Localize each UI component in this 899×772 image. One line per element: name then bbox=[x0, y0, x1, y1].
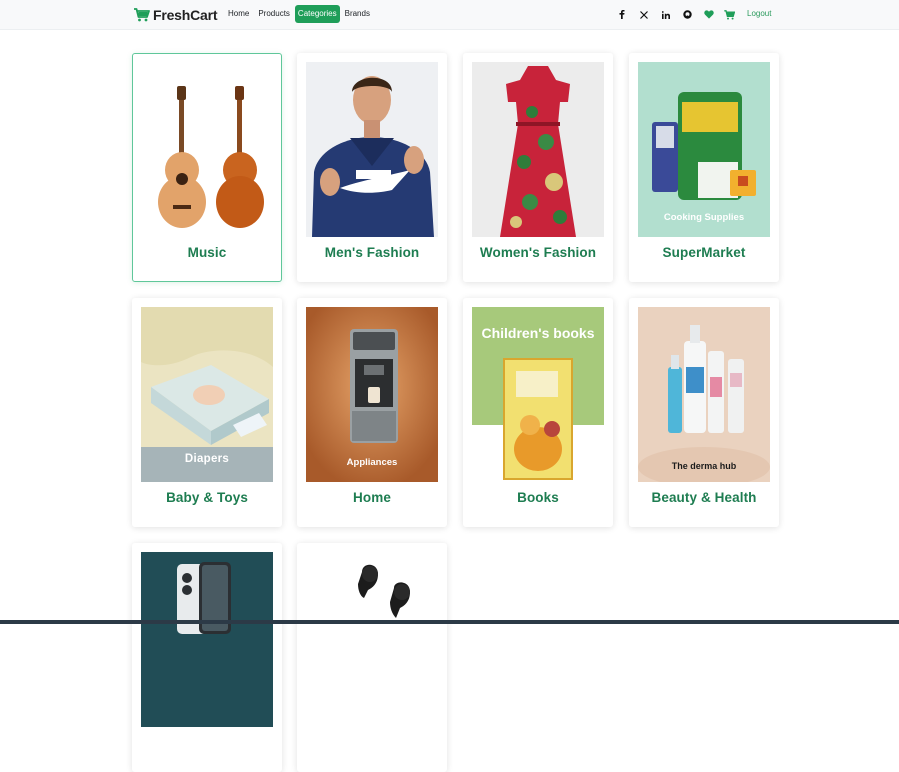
category-name[interactable]: SuperMarket bbox=[629, 245, 779, 260]
navbar: FreshCart Home Products Categories Brand… bbox=[0, 0, 899, 30]
cart-icon[interactable] bbox=[722, 9, 736, 20]
category-card-mens-fashion[interactable]: Men's Fashion bbox=[297, 53, 447, 282]
nav-products[interactable]: Products bbox=[254, 5, 294, 23]
category-card-music[interactable]: Music bbox=[132, 53, 282, 282]
category-card-home[interactable]: Appliances Home bbox=[297, 298, 447, 527]
image-caption: Diapers bbox=[184, 453, 230, 465]
brand-logo[interactable]: FreshCart bbox=[133, 5, 218, 24]
category-name[interactable]: Books bbox=[463, 490, 613, 505]
github-icon[interactable] bbox=[682, 9, 693, 20]
category-image: The derma hub bbox=[638, 307, 770, 482]
category-name[interactable]: Women's Fashion bbox=[463, 245, 613, 260]
category-name[interactable]: Beauty & Health bbox=[629, 490, 779, 505]
nav-categories[interactable]: Categories bbox=[294, 5, 340, 23]
brand-name: FreshCart bbox=[153, 6, 218, 23]
category-card-supermarket[interactable]: Cooking Supplies SuperMarket bbox=[629, 53, 779, 282]
category-image bbox=[472, 62, 604, 237]
category-image: Diapers bbox=[141, 307, 273, 482]
category-image: Appliances bbox=[306, 307, 438, 482]
x-icon[interactable] bbox=[638, 9, 649, 20]
facebook-icon[interactable] bbox=[617, 9, 627, 20]
category-card-books[interactable]: Children's books Books bbox=[463, 298, 613, 527]
category-name[interactable]: Baby & Toys bbox=[132, 490, 282, 505]
category-name[interactable]: Music bbox=[133, 245, 281, 260]
image-caption: Cooking Supplies bbox=[663, 212, 745, 223]
cart-logo-icon bbox=[134, 8, 150, 22]
category-card-baby-toys[interactable]: Diapers Baby & Toys bbox=[132, 298, 282, 527]
nav-home[interactable]: Home bbox=[224, 5, 253, 23]
category-name[interactable]: Home bbox=[297, 490, 447, 505]
category-card-accessories[interactable] bbox=[297, 543, 447, 772]
category-card-beauty-health[interactable]: The derma hub Beauty & Health bbox=[629, 298, 779, 527]
image-caption: The derma hub bbox=[671, 461, 737, 471]
nav-brands[interactable]: Brands bbox=[341, 5, 374, 23]
image-caption: Children's books bbox=[481, 325, 595, 341]
linkedin-icon[interactable] bbox=[660, 9, 671, 20]
category-name[interactable]: Men's Fashion bbox=[297, 245, 447, 260]
category-image bbox=[306, 62, 438, 237]
category-card-womens-fashion[interactable]: Women's Fashion bbox=[463, 53, 613, 282]
logout-link[interactable]: Logout bbox=[747, 9, 771, 18]
category-image: Children's books bbox=[472, 307, 604, 482]
heart-icon[interactable] bbox=[703, 9, 715, 20]
main-nav: Home Products Categories Brands bbox=[224, 5, 375, 23]
category-image bbox=[141, 552, 273, 727]
category-card-electronics[interactable] bbox=[132, 543, 282, 772]
page-bottom-edge bbox=[0, 620, 899, 624]
category-image bbox=[306, 552, 438, 727]
category-image bbox=[141, 62, 273, 237]
category-image: Cooking Supplies bbox=[638, 62, 770, 237]
image-caption: Appliances bbox=[346, 457, 398, 468]
